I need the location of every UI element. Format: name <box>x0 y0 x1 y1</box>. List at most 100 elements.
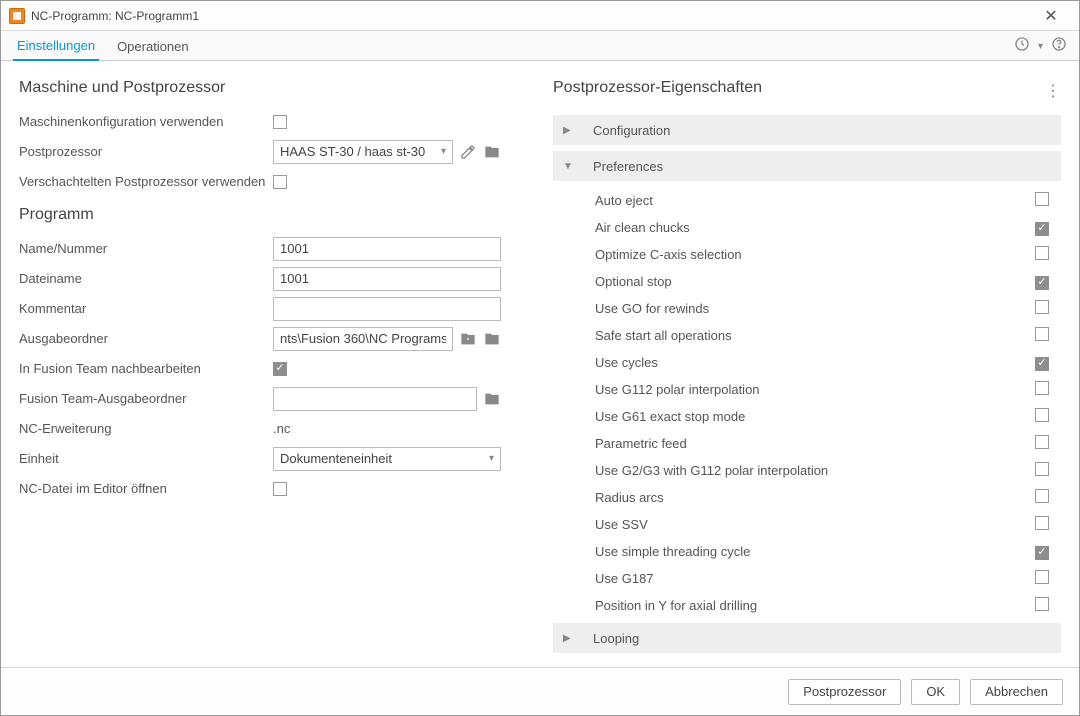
pref-label: Parametric feed <box>595 436 1035 451</box>
pref-row: Use G2/G3 with G112 polar interpolation <box>553 457 1061 484</box>
postedit-label: In Fusion Team nachbearbeiten <box>19 361 273 376</box>
pref-row: Optimize C-axis selection <box>553 241 1061 268</box>
postprocessor-button[interactable]: Postprozessor <box>788 679 901 705</box>
chevron-down-icon[interactable]: ▾ <box>1038 41 1043 52</box>
group-preferences[interactable]: ▼ Preferences <box>553 151 1061 181</box>
nested-pp-label: Verschachtelten Postprozessor verwenden <box>19 174 273 189</box>
pref-row: Parametric feed <box>553 430 1061 457</box>
pref-row: Radius arcs <box>553 484 1061 511</box>
pref-label: Use GO for rewinds <box>595 301 1035 316</box>
edit-icon[interactable] <box>459 143 477 161</box>
pref-row: Use G112 polar interpolation <box>553 376 1061 403</box>
pref-row: Use GO for rewinds <box>553 295 1061 322</box>
pref-label: Optimize C-axis selection <box>595 247 1035 262</box>
pref-label: Use G2/G3 with G112 polar interpolation <box>595 463 1035 478</box>
pref-checkbox[interactable] <box>1035 381 1049 395</box>
app-icon <box>9 8 25 24</box>
pref-label: Use simple threading cycle <box>595 544 1035 559</box>
pref-checkbox[interactable] <box>1035 300 1049 314</box>
outfolder-label: Ausgabeordner <box>19 331 273 346</box>
pref-checkbox[interactable] <box>1035 327 1049 341</box>
teamfolder-input[interactable] <box>273 387 477 411</box>
folder-icon[interactable] <box>483 143 501 161</box>
pref-checkbox[interactable] <box>1035 597 1049 611</box>
pref-label: Use cycles <box>595 355 1035 370</box>
name-input[interactable] <box>273 237 501 261</box>
folder-icon[interactable] <box>483 330 501 348</box>
history-icon[interactable] <box>1014 36 1030 56</box>
pref-checkbox[interactable] <box>1035 276 1049 290</box>
pref-checkbox[interactable] <box>1035 408 1049 422</box>
postprocessor-value: HAAS ST-30 / haas st-30 <box>280 144 425 159</box>
outfolder-input[interactable] <box>273 327 453 351</box>
tab-settings[interactable]: Einstellungen <box>13 32 99 61</box>
pref-label: Use G61 exact stop mode <box>595 409 1035 424</box>
pref-row: Auto eject <box>553 187 1061 214</box>
open-editor-label: NC-Datei im Editor öffnen <box>19 481 273 496</box>
properties-scroll[interactable]: ▶ Configuration ▼ Preferences Auto eject… <box>553 115 1069 653</box>
name-label: Name/Nummer <box>19 241 273 256</box>
postprocessor-select[interactable]: HAAS ST-30 / haas st-30 ▾ <box>273 140 453 164</box>
titlebar: NC-Programm: NC-Programm1 ✕ <box>1 1 1079 31</box>
pref-label: Safe start all operations <box>595 328 1035 343</box>
group-looping-label: Looping <box>593 631 639 646</box>
postedit-checkbox[interactable] <box>273 362 287 376</box>
comment-input[interactable] <box>273 297 501 321</box>
preferences-list: Auto ejectAir clean chucksOptimize C-axi… <box>553 187 1061 619</box>
pref-label: Radius arcs <box>595 490 1035 505</box>
pref-checkbox[interactable] <box>1035 192 1049 206</box>
pref-label: Use G187 <box>595 571 1035 586</box>
folder-icon[interactable] <box>483 390 501 408</box>
machine-config-label: Maschinenkonfiguration verwenden <box>19 114 273 129</box>
pref-row: Optional stop <box>553 268 1061 295</box>
open-editor-checkbox[interactable] <box>273 482 287 496</box>
unit-select[interactable]: Dokumenteneinheit ▾ <box>273 447 501 471</box>
reset-folder-icon[interactable] <box>459 330 477 348</box>
more-options-icon[interactable]: ⋮ <box>1037 81 1069 101</box>
dialog-window: NC-Programm: NC-Programm1 ✕ Einstellunge… <box>0 0 1080 716</box>
pref-row: Use simple threading cycle <box>553 538 1061 565</box>
group-looping[interactable]: ▶ Looping <box>553 623 1061 653</box>
filename-input[interactable] <box>273 267 501 291</box>
chevron-right-icon: ▶ <box>563 633 577 644</box>
pref-checkbox[interactable] <box>1035 222 1049 236</box>
comment-label: Kommentar <box>19 301 273 316</box>
close-button[interactable]: ✕ <box>1031 1 1071 31</box>
chevron-down-icon: ▾ <box>441 146 446 157</box>
pref-checkbox[interactable] <box>1035 435 1049 449</box>
section-machine-title: Maschine und Postprozessor <box>19 79 521 97</box>
teamfolder-label: Fusion Team-Ausgabeordner <box>19 391 273 406</box>
cancel-button[interactable]: Abbrechen <box>970 679 1063 705</box>
left-pane: Maschine und Postprozessor Maschinenkonf… <box>1 61 539 667</box>
pref-checkbox[interactable] <box>1035 357 1049 371</box>
pref-checkbox[interactable] <box>1035 489 1049 503</box>
tab-operations[interactable]: Operationen <box>113 33 193 60</box>
ext-label: NC-Erweiterung <box>19 421 273 436</box>
help-icon[interactable] <box>1051 36 1067 56</box>
pref-checkbox[interactable] <box>1035 462 1049 476</box>
ext-value: .nc <box>273 421 290 436</box>
pref-checkbox[interactable] <box>1035 246 1049 260</box>
pref-label: Auto eject <box>595 193 1035 208</box>
pref-label: Position in Y for axial drilling <box>595 598 1035 613</box>
dialog-footer: Postprozessor OK Abbrechen <box>1 667 1079 715</box>
pref-row: Safe start all operations <box>553 322 1061 349</box>
tabbar-actions: ▾ <box>1014 36 1067 60</box>
pref-row: Position in Y for axial drilling <box>553 592 1061 619</box>
window-title: NC-Programm: NC-Programm1 <box>31 9 1031 23</box>
nested-pp-checkbox[interactable] <box>273 175 287 189</box>
pref-checkbox[interactable] <box>1035 570 1049 584</box>
postprocessor-label: Postprozessor <box>19 144 273 159</box>
chevron-down-icon: ▾ <box>489 453 494 464</box>
dialog-body: Maschine und Postprozessor Maschinenkonf… <box>1 61 1079 667</box>
group-preferences-label: Preferences <box>593 159 663 174</box>
machine-config-checkbox[interactable] <box>273 115 287 129</box>
pref-checkbox[interactable] <box>1035 546 1049 560</box>
right-pane: Postprozessor-Eigenschaften ⋮ ▶ Configur… <box>539 61 1079 667</box>
ok-button[interactable]: OK <box>911 679 960 705</box>
pref-row: Use cycles <box>553 349 1061 376</box>
group-configuration[interactable]: ▶ Configuration <box>553 115 1061 145</box>
pref-label: Use SSV <box>595 517 1035 532</box>
pref-row: Use G187 <box>553 565 1061 592</box>
pref-checkbox[interactable] <box>1035 516 1049 530</box>
